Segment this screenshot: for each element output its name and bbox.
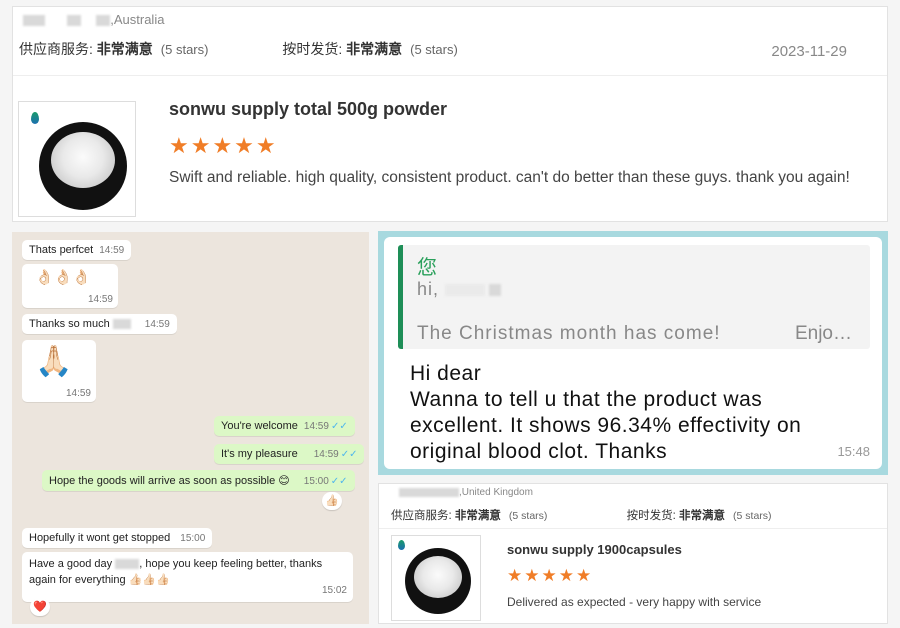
message-time: 15:48 <box>837 444 870 459</box>
reaction-heart-icon: ❤️ <box>30 598 50 616</box>
product-thumbnail[interactable] <box>391 535 481 621</box>
brand-logo-icon <box>31 112 39 124</box>
message-in: Thats perfcet 14:59 <box>22 240 132 260</box>
review-card-bottom: ,United Kingdom 供应商服务: 非常满意 (5 stars) 按时发… <box>378 483 888 624</box>
white-powder-image <box>414 556 462 598</box>
reviewer-location: ,United Kingdom <box>399 487 533 498</box>
redacted-name <box>489 284 502 297</box>
review-card-top: ,Australia 供应商服务: 非常满意 (5 stars) 按时发货: 非常… <box>12 6 888 222</box>
redacted-name <box>66 15 81 27</box>
product-title[interactable]: sonwu supply 1900capsules <box>507 542 682 557</box>
message-in: Have a good day , hope you keep feeling … <box>22 552 353 602</box>
message-in: Hopefully it wont get stopped 15:00 <box>22 528 213 548</box>
read-receipt-icon: ✓✓ <box>340 449 358 460</box>
supplier-service-rating: 供应商服务: 非常满意 (5 stars) <box>19 41 209 57</box>
whatsapp-chat-screenshot: Thats perfcet 14:59 👌🏻👌🏻👌🏻 14:59 Thanks s… <box>12 232 369 624</box>
message-out: It's my pleasure 14:59 ✓✓ <box>214 444 365 464</box>
message-out: Hope the goods will arrive as soon as po… <box>42 470 355 491</box>
product-thumbnail[interactable] <box>18 101 136 217</box>
star-rating: ★★★★★ <box>169 133 278 158</box>
delivery-rating: 按时发货: 非常满意 (5 stars) <box>282 41 458 57</box>
divider <box>379 528 887 529</box>
review-comment: Swift and reliable. high quality, consis… <box>169 169 850 186</box>
redacted-name <box>112 319 131 330</box>
chat-message-screenshot: 您 hi, The Christmas month has come! Enjo… <box>378 231 888 475</box>
reaction-thumbs-up-icon: 👍🏻 <box>322 492 342 510</box>
reviewer-location: ,Australia <box>23 12 164 27</box>
redacted-name <box>445 284 486 297</box>
brand-logo-icon <box>398 540 405 550</box>
message-in: 👌🏻👌🏻👌🏻 14:59 <box>22 264 118 308</box>
redacted-name <box>115 559 140 570</box>
message-text: Hi dear Wanna to tell u that the product… <box>410 362 802 463</box>
white-powder-image <box>51 132 115 188</box>
read-receipt-icon: ✓✓ <box>330 476 348 487</box>
quoted-sender: 您 <box>417 257 437 279</box>
supplier-service-rating: 供应商服务: 非常满意 (5 stars) <box>391 510 548 522</box>
message-out: You're welcome 14:59 ✓✓ <box>214 416 355 436</box>
redacted-name <box>399 487 459 497</box>
quoted-text-more: Enjo… <box>794 323 852 344</box>
redacted-name <box>23 15 45 27</box>
message-in: Thanks so much 14:59 <box>22 314 177 334</box>
star-rating: ★★★★★ <box>507 566 594 585</box>
delivery-rating: 按时发货: 非常满意 (5 stars) <box>626 510 772 522</box>
quoted-text: The Christmas month has come! <box>417 323 721 344</box>
quoted-greeting: hi, <box>417 279 502 300</box>
divider <box>13 75 887 76</box>
message-bubble: 您 hi, The Christmas month has come! Enjo… <box>384 237 882 469</box>
read-receipt-icon: ✓✓ <box>330 421 348 432</box>
redacted-name <box>96 15 111 27</box>
quoted-message[interactable]: 您 hi, The Christmas month has come! Enjo… <box>398 245 870 349</box>
review-comment: Delivered as expected - very happy with … <box>507 595 762 609</box>
message-in: 🙏🏻 14:59 <box>22 340 96 402</box>
product-title[interactable]: sonwu supply total 500g powder <box>169 99 447 120</box>
rating-row: 供应商服务: 非常满意 (5 stars) 按时发货: 非常满意 (5 stars) <box>391 507 772 523</box>
review-date: 2023-11-29 <box>771 43 847 60</box>
rating-row: 供应商服务: 非常满意 (5 stars) 按时发货: 非常满意 (5 stars) <box>19 39 458 59</box>
